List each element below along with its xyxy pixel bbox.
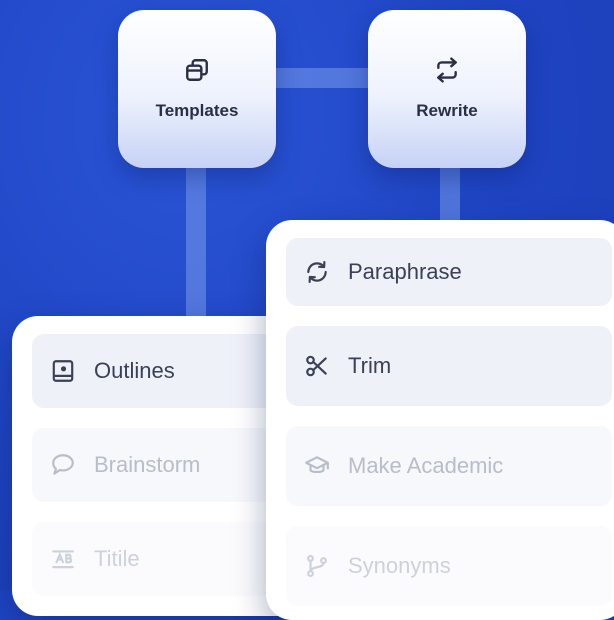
- speech-bubble-icon: [52, 454, 74, 475]
- menu-item-label: Titile: [94, 546, 140, 571]
- connector-left-vertical: [186, 150, 206, 330]
- menu-item-outlines[interactable]: Outlines: [32, 334, 298, 408]
- menu-item-label: Outlines: [94, 358, 175, 383]
- templates-tile[interactable]: Templates: [118, 10, 276, 168]
- menu-item-label: Trim: [348, 353, 392, 378]
- stacked-windows-icon: [186, 59, 208, 81]
- swap-arrows-icon: [437, 57, 457, 83]
- menu-item-title[interactable]: Titile: [32, 522, 298, 596]
- title-text-icon: [52, 550, 74, 569]
- rewrite-label: Rewrite: [416, 101, 478, 120]
- scissors-icon: [306, 355, 327, 377]
- menu-item-label: Brainstorm: [94, 452, 201, 477]
- book-icon: [52, 360, 74, 382]
- templates-label: Templates: [155, 101, 239, 120]
- menu-item-label: Paraphrase: [348, 259, 462, 284]
- menu-item-trim[interactable]: Trim: [286, 326, 612, 406]
- branch-icon: [307, 554, 327, 578]
- menu-item-label: Make Academic: [348, 453, 504, 478]
- menu-item-brainstorm[interactable]: Brainstorm: [32, 428, 298, 502]
- menu-item-make-academic[interactable]: Make Academic: [286, 426, 612, 506]
- refresh-icon: [307, 260, 327, 284]
- rewrite-tools-panel: Paraphrase Trim Make Academic Synonyms: [266, 220, 614, 620]
- graduation-cap-icon: [305, 456, 329, 474]
- rewrite-tile[interactable]: Rewrite: [368, 10, 526, 168]
- menu-item-synonyms[interactable]: Synonyms: [286, 526, 612, 606]
- menu-item-paraphrase[interactable]: Paraphrase: [286, 238, 612, 306]
- menu-item-label: Synonyms: [348, 553, 451, 578]
